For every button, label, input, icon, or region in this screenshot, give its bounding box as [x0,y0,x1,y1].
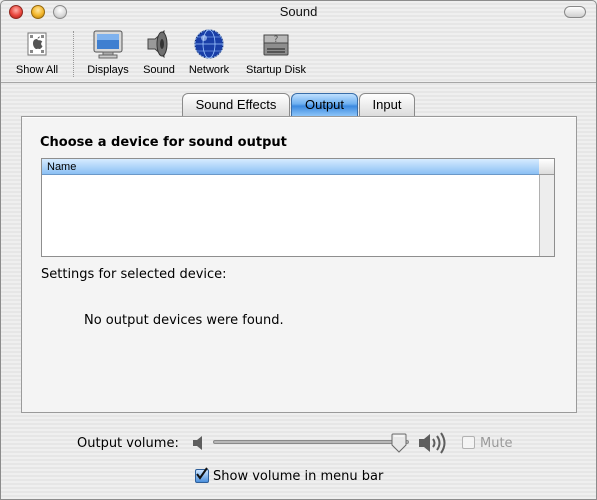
toolbar-label-startup-disk: Startup Disk [246,64,306,76]
show-volume-label: Show volume in menu bar [213,469,384,484]
disk-icon: ? [259,27,293,61]
speaker-low-icon [191,433,207,453]
toolbar-label-displays: Displays [87,64,129,76]
output-device-list[interactable]: Name [41,158,555,257]
toolbar: Show All Displays Sound Network ? Startu… [1,23,596,83]
empty-devices-message: No output devices were found. [84,313,284,328]
toolbar-item-network[interactable]: Network [184,27,234,76]
settings-label: Settings for selected device: [41,267,227,282]
minimize-button[interactable] [31,5,45,19]
output-pane: Choose a device for sound output Name Se… [21,116,577,413]
output-volume-label: Output volume: [77,436,179,451]
toolbar-label-show-all: Show All [15,64,59,76]
title-bar[interactable]: Sound [1,1,596,23]
speaker-icon [142,27,176,61]
output-heading: Choose a device for sound output [40,135,287,150]
globe-icon [192,27,226,61]
toolbar-item-startup-disk[interactable]: ? Startup Disk [240,27,312,76]
list-header-corner [539,159,554,175]
window-title: Sound [279,4,318,19]
checkmark-icon [196,467,208,480]
mute-label: Mute [480,436,513,451]
sound-preferences-window: Sound Show All Displays Sound Network ? … [0,0,597,500]
volume-slider-thumb[interactable] [390,433,408,453]
tab-sound-effects[interactable]: Sound Effects [182,93,290,117]
show-volume-checkbox[interactable] [195,467,209,483]
tab-input[interactable]: Input [359,93,415,117]
toolbar-item-displays[interactable]: Displays [83,27,133,76]
toolbar-item-sound[interactable]: Sound [140,27,178,76]
speaker-high-icon [417,431,449,455]
volume-slider-track[interactable] [213,440,409,444]
list-column-header-name[interactable]: Name [42,159,539,175]
svg-text:?: ? [274,35,279,45]
mute-checkbox[interactable] [462,436,475,449]
tab-output[interactable]: Output [291,93,358,117]
apple-icon [20,27,54,61]
toolbar-item-show-all[interactable]: Show All [9,27,65,76]
toolbar-label-network: Network [188,64,230,76]
toolbar-separator [73,31,74,77]
zoom-button[interactable] [53,5,67,19]
display-icon [91,27,125,61]
toolbar-toggle-button[interactable] [564,6,586,18]
close-button[interactable] [9,5,23,19]
toolbar-label-sound: Sound [143,64,175,76]
